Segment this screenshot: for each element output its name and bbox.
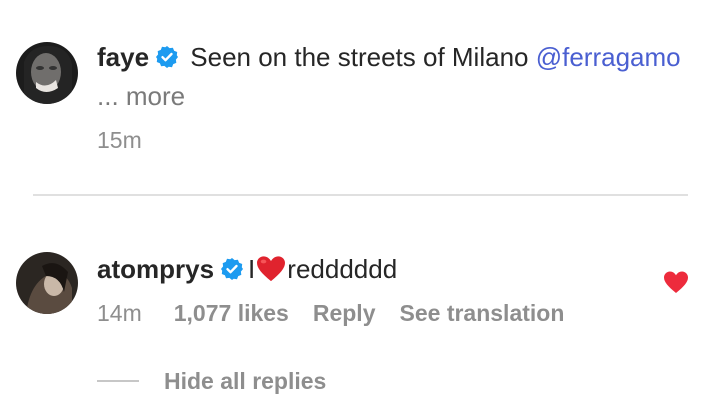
avatar-image bbox=[16, 42, 78, 104]
avatar-image bbox=[16, 252, 78, 314]
see-translation-button[interactable]: See translation bbox=[400, 298, 565, 328]
verified-badge-icon bbox=[220, 257, 244, 281]
caption-text: Seen on the streets of Milano bbox=[190, 42, 529, 72]
username-faye[interactable]: faye bbox=[97, 42, 149, 72]
username-atomprys[interactable]: atomprys bbox=[97, 254, 214, 284]
avatar-atomprys[interactable] bbox=[16, 252, 78, 314]
caption-meta: 15m bbox=[97, 125, 142, 155]
hide-replies-button[interactable]: Hide all replies bbox=[164, 366, 326, 396]
replies-connector-line bbox=[97, 380, 139, 382]
red-heart-emoji-icon bbox=[256, 255, 286, 283]
reply-button[interactable]: Reply bbox=[313, 298, 376, 328]
more-link[interactable]: ... more bbox=[97, 79, 185, 113]
reply-text-line: atomprys Iredddddd bbox=[97, 252, 397, 286]
like-heart-icon[interactable] bbox=[663, 270, 689, 294]
caption-text-line: faye Seen on the streets of Milano @ferr… bbox=[97, 40, 681, 74]
avatar-faye[interactable] bbox=[16, 42, 78, 104]
verified-badge-icon bbox=[155, 45, 179, 69]
divider bbox=[33, 194, 688, 196]
likes-count[interactable]: 1,077 likes bbox=[174, 298, 289, 328]
mention-link[interactable]: @ferragamo bbox=[536, 42, 681, 72]
reply-timestamp: 14m bbox=[97, 300, 142, 326]
reply-meta: 14m 1,077 likes Reply See translation bbox=[97, 298, 588, 328]
reply-text-end: redddddd bbox=[287, 254, 398, 284]
caption-timestamp: 15m bbox=[97, 127, 142, 153]
reply-text-start: I bbox=[248, 254, 256, 284]
